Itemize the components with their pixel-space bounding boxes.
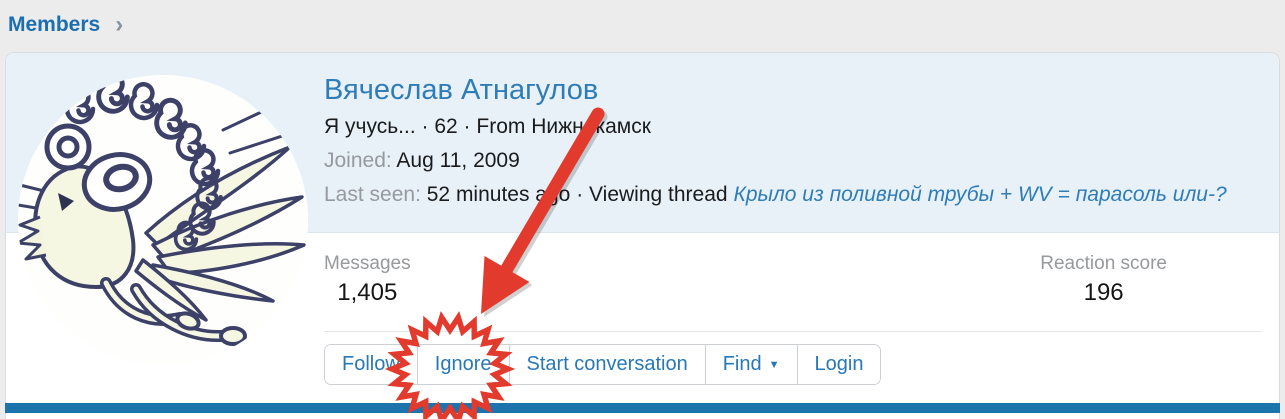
- breadcrumb-members-link[interactable]: Members: [8, 13, 100, 37]
- dot-separator: ·: [422, 115, 429, 138]
- section-divider: [324, 331, 1262, 332]
- member-age: 62: [434, 115, 457, 138]
- avatar[interactable]: [18, 75, 308, 365]
- stat-messages: Messages 1,405: [324, 253, 411, 307]
- start-conversation-button[interactable]: Start conversation: [509, 345, 705, 384]
- dot-separator: ·: [576, 183, 583, 206]
- joined-label: Joined:: [324, 149, 392, 172]
- login-button-label: Login: [815, 353, 864, 376]
- stats-row: Messages 1,405 Reaction score 196: [324, 253, 1267, 307]
- dot-separator: ·: [464, 115, 471, 138]
- login-button[interactable]: Login: [797, 345, 881, 384]
- breadcrumb: Members ›: [8, 13, 123, 37]
- profile-text-block: Вячеслав Атнагулов Я учусь... · 62 · Fro…: [324, 73, 1227, 208]
- chevron-right-icon: ›: [115, 15, 123, 35]
- viewing-thread-link[interactable]: Крыло из поливной трубы + WV = парасоль …: [733, 183, 1226, 206]
- member-profile-page: Members ›: [0, 0, 1285, 419]
- member-name: Вячеслав Атнагулов: [324, 73, 1227, 107]
- last-seen-label: Last seen:: [324, 183, 421, 206]
- follow-button[interactable]: Follow: [325, 345, 417, 384]
- joined-line: Joined: Aug 11, 2009: [324, 148, 1227, 174]
- member-blurb: Я учусь...: [324, 115, 416, 138]
- stat-messages-value: 1,405: [324, 279, 411, 307]
- last-seen-value: 52 minutes ago: [427, 183, 571, 206]
- stat-reaction-score-value: 196: [1040, 279, 1167, 307]
- caret-down-icon: ▼: [769, 359, 780, 371]
- start-conversation-button-label: Start conversation: [527, 353, 688, 376]
- find-dropdown-button[interactable]: Find ▼: [705, 345, 797, 384]
- ignore-button[interactable]: Ignore: [417, 345, 509, 384]
- ignore-button-label: Ignore: [435, 353, 492, 376]
- follow-button-label: Follow: [342, 353, 400, 376]
- joined-value: Aug 11, 2009: [396, 149, 519, 172]
- stat-messages-label: Messages: [324, 253, 411, 275]
- activity-label: Viewing thread: [589, 183, 728, 206]
- find-button-label: Find: [723, 353, 762, 376]
- bird-avatar-drawing: [18, 75, 308, 365]
- stat-reaction-score-label: Reaction score: [1040, 253, 1167, 275]
- member-location: Нижнекамск: [531, 115, 651, 138]
- last-seen-line: Last seen: 52 minutes ago · Viewing thre…: [324, 182, 1227, 208]
- location-prefix: From: [476, 115, 525, 138]
- member-info-line: Я учусь... · 62 · From Нижнекамск: [324, 114, 1227, 140]
- action-button-group: Follow Ignore Start conversation Find ▼ …: [324, 344, 881, 385]
- member-card: Вячеслав Атнагулов Я учусь... · 62 · Fro…: [5, 52, 1280, 419]
- stat-reaction-score: Reaction score 196: [1040, 253, 1167, 307]
- bottom-tab-strip-bar: [5, 403, 1280, 413]
